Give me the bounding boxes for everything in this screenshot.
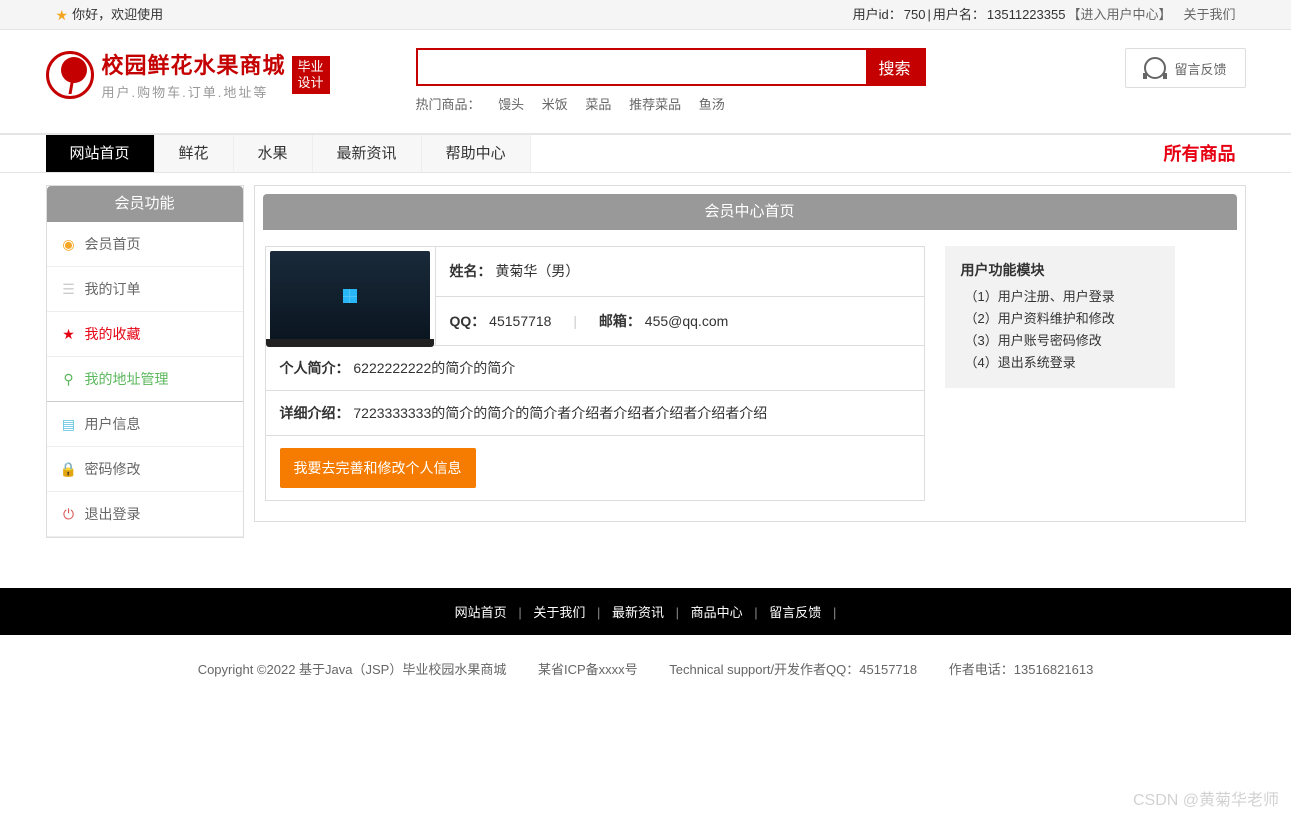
phone-text: 作者电话：13516821613 bbox=[949, 662, 1094, 677]
search-input[interactable] bbox=[418, 50, 866, 84]
sidebar-item-password[interactable]: 🔒 密码修改 bbox=[47, 447, 243, 492]
enter-user-center-link[interactable]: 【进入用户中心】 bbox=[1067, 0, 1171, 30]
avatar-image bbox=[270, 251, 430, 341]
username-label: 用户名： bbox=[933, 0, 985, 30]
avatar-cell bbox=[265, 247, 435, 346]
headset-icon bbox=[1144, 57, 1166, 79]
nav-flowers[interactable]: 鲜花 bbox=[155, 135, 234, 172]
hot-word[interactable]: 推荐菜品 bbox=[629, 97, 681, 112]
logo-subtitle: 用户.购物车.订单.地址等 bbox=[102, 82, 286, 101]
contact-row: QQ： 45157718 | 邮箱： 455@qq.com bbox=[435, 296, 924, 346]
main-nav: 网站首页 鲜花 水果 最新资讯 帮助中心 所有商品 bbox=[0, 133, 1291, 173]
sidebar-item-orders[interactable]: ☰ 我的订单 bbox=[47, 267, 243, 312]
hot-words: 热门商品： 馒头 米饭 菜品 推荐菜品 鱼汤 bbox=[416, 94, 926, 113]
clipboard-icon: ▤ bbox=[61, 416, 77, 432]
detail-value: 7223333333的简介的简介的简介者介绍者介绍者介绍者介绍者介绍 bbox=[353, 405, 767, 421]
detail-row: 详细介绍： 7223333333的简介的简介的简介者介绍者介绍者介绍者介绍者介绍 bbox=[265, 391, 924, 436]
hot-word[interactable]: 鱼汤 bbox=[699, 97, 725, 112]
nav-home[interactable]: 网站首页 bbox=[46, 135, 155, 172]
icp-text: 某省ICP备xxxx号 bbox=[538, 662, 638, 677]
copyright: Copyright ©2022 基于Java（JSP）毕业校园水果商城 某省IC… bbox=[0, 635, 1291, 738]
footer-link[interactable]: 商品中心 bbox=[691, 605, 743, 620]
topbar: ★ 你好，欢迎使用 用户id： 750 | 用户名： 13511223355 【… bbox=[0, 0, 1291, 30]
intro-row: 个人简介： 6222222222的简介的简介 bbox=[265, 346, 924, 391]
star-icon: ★ bbox=[56, 0, 69, 30]
star-icon: ★ bbox=[61, 326, 77, 342]
logo-icon bbox=[46, 51, 94, 99]
name-row: 姓名： 黄菊华（男） bbox=[435, 247, 924, 297]
feedback-button[interactable]: 留言反馈 bbox=[1125, 48, 1245, 88]
username-value: 13511223355 bbox=[987, 0, 1066, 30]
footer-link[interactable]: 关于我们 bbox=[533, 605, 585, 620]
email-label: 邮箱： bbox=[599, 313, 641, 329]
topbar-right: 用户id： 750 | 用户名： 13511223355 【进入用户中心】 关于… bbox=[853, 0, 1236, 30]
lock-icon: 🔒 bbox=[61, 461, 77, 477]
module-line: （3）用户账号密码修改 bbox=[961, 330, 1159, 352]
sidebar-item-userinfo[interactable]: ▤ 用户信息 bbox=[47, 402, 243, 447]
power-icon: ⏻ bbox=[61, 506, 77, 522]
feedback-block: 留言反馈 bbox=[1125, 48, 1245, 88]
profile-table: 姓名： 黄菊华（男） QQ： 45157718 | 邮箱： 455@qq.com bbox=[265, 246, 925, 501]
email-value: 455@qq.com bbox=[645, 313, 728, 329]
location-icon: ⚲ bbox=[61, 371, 77, 387]
user-id-value: 750 bbox=[904, 0, 926, 30]
footer-link[interactable]: 最新资讯 bbox=[612, 605, 664, 620]
pipe: | bbox=[573, 313, 577, 329]
qq-value: 45157718 bbox=[489, 313, 551, 329]
greeting-text: 你好，欢迎使用 bbox=[72, 0, 163, 30]
search-button[interactable]: 搜索 bbox=[866, 50, 924, 84]
logo-badge: 毕业 设计 bbox=[292, 56, 330, 94]
about-us-link[interactable]: 关于我们 bbox=[1183, 0, 1235, 30]
header: 校园鲜花水果商城 用户.购物车.订单.地址等 毕业 设计 搜索 热门商品： 馒头… bbox=[0, 30, 1291, 123]
content-title: 会员中心首页 bbox=[263, 194, 1237, 230]
name-value: 黄菊华（男） bbox=[495, 263, 579, 279]
module-box: 用户功能模块 （1）用户注册、用户登录 （2）用户资料维护和修改 （3）用户账号… bbox=[945, 246, 1175, 388]
intro-value: 6222222222的简介的简介 bbox=[353, 360, 515, 376]
footer-nav: 网站首页 | 关于我们 | 最新资讯 | 商品中心 | 留言反馈 | bbox=[0, 588, 1291, 635]
sidebar-title: 会员功能 bbox=[47, 186, 243, 222]
edit-profile-button[interactable]: 我要去完善和修改个人信息 bbox=[280, 448, 476, 488]
hot-word[interactable]: 馒头 bbox=[498, 97, 524, 112]
footer-link[interactable]: 网站首页 bbox=[455, 605, 507, 620]
topbar-left: ★ 你好，欢迎使用 bbox=[56, 0, 164, 30]
module-line: （4）退出系统登录 bbox=[961, 352, 1159, 374]
module-line: （1）用户注册、用户登录 bbox=[961, 286, 1159, 308]
module-line: （2）用户资料维护和修改 bbox=[961, 308, 1159, 330]
nav-news[interactable]: 最新资讯 bbox=[313, 135, 422, 172]
hot-word[interactable]: 米饭 bbox=[542, 97, 568, 112]
hot-label: 热门商品： bbox=[416, 97, 481, 112]
nav-help[interactable]: 帮助中心 bbox=[422, 135, 531, 172]
detail-label: 详细介绍： bbox=[280, 405, 350, 421]
tech-text: Technical support/开发作者QQ：45157718 bbox=[669, 662, 917, 677]
nav-all-products[interactable]: 所有商品 bbox=[1164, 135, 1246, 172]
footer-link[interactable]: 留言反馈 bbox=[769, 605, 821, 620]
intro-label: 个人简介： bbox=[280, 360, 350, 376]
logo-block[interactable]: 校园鲜花水果商城 用户.购物车.订单.地址等 毕业 设计 bbox=[46, 48, 416, 101]
hot-word[interactable]: 菜品 bbox=[585, 97, 611, 112]
user-id-label: 用户id： bbox=[853, 0, 902, 30]
home-icon: ◉ bbox=[61, 236, 77, 252]
watermark: CSDN @黄菊华老师 bbox=[1133, 786, 1279, 810]
sidebar-item-logout[interactable]: ⏻ 退出登录 bbox=[47, 492, 243, 537]
sep: | bbox=[927, 0, 930, 30]
content-panel: 会员中心首页 姓名： 黄菊华（男） bbox=[254, 185, 1246, 522]
module-title: 用户功能模块 bbox=[961, 260, 1159, 280]
qq-label: QQ： bbox=[450, 313, 486, 329]
sidebar-item-favorites[interactable]: ★ 我的收藏 bbox=[47, 312, 243, 357]
copyright-text: Copyright ©2022 基于Java（JSP）毕业校园水果商城 bbox=[198, 662, 507, 677]
name-label: 姓名： bbox=[450, 263, 492, 279]
order-icon: ☰ bbox=[61, 281, 77, 297]
feedback-label: 留言反馈 bbox=[1174, 59, 1226, 78]
action-row: 我要去完善和修改个人信息 bbox=[265, 436, 924, 501]
sidebar: 会员功能 ◉ 会员首页 ☰ 我的订单 ★ 我的收藏 ⚲ 我的地址管理 bbox=[46, 185, 244, 538]
search-block: 搜索 热门商品： 馒头 米饭 菜品 推荐菜品 鱼汤 bbox=[416, 48, 926, 113]
sidebar-item-address[interactable]: ⚲ 我的地址管理 bbox=[47, 357, 243, 402]
logo-title: 校园鲜花水果商城 bbox=[102, 48, 286, 80]
nav-fruits[interactable]: 水果 bbox=[234, 135, 313, 172]
sidebar-item-home[interactable]: ◉ 会员首页 bbox=[47, 222, 243, 267]
